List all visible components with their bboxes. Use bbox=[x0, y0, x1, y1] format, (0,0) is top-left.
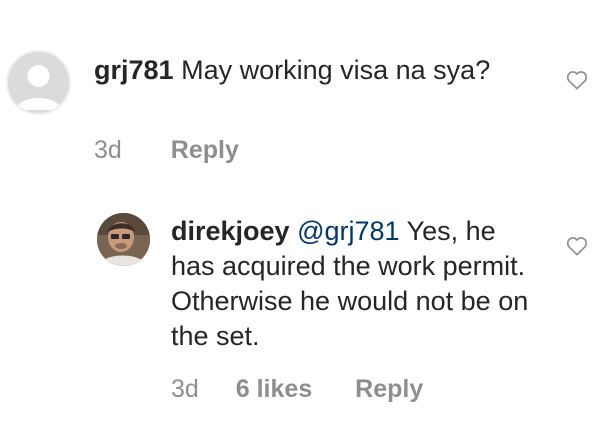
comment-body: grj781 May working visa na sya? bbox=[94, 52, 524, 88]
likes-count[interactable]: 6 likes bbox=[236, 373, 312, 405]
comment-username[interactable]: grj781 bbox=[94, 55, 174, 85]
default-avatar-icon[interactable] bbox=[6, 50, 71, 115]
user-photo-avatar[interactable] bbox=[97, 213, 150, 266]
mention-link[interactable]: @grj781 bbox=[297, 216, 399, 246]
comment-meta: 3d 6 likes Reply bbox=[171, 373, 423, 405]
reply-button[interactable]: Reply bbox=[355, 373, 423, 405]
comment-timestamp: 3d bbox=[94, 136, 122, 164]
reply-button[interactable]: Reply bbox=[171, 134, 239, 166]
comment-text: May working visa na sya? bbox=[181, 55, 491, 85]
comment-username[interactable]: direkjoey bbox=[171, 216, 290, 246]
heart-outline-icon[interactable] bbox=[566, 70, 588, 90]
heart-outline-icon[interactable] bbox=[566, 236, 588, 256]
comment-timestamp: 3d bbox=[171, 375, 199, 403]
comment-body: direkjoey @grj781 Yes, he has acquired t… bbox=[171, 214, 541, 354]
comment-meta: 3d Reply bbox=[94, 134, 239, 166]
